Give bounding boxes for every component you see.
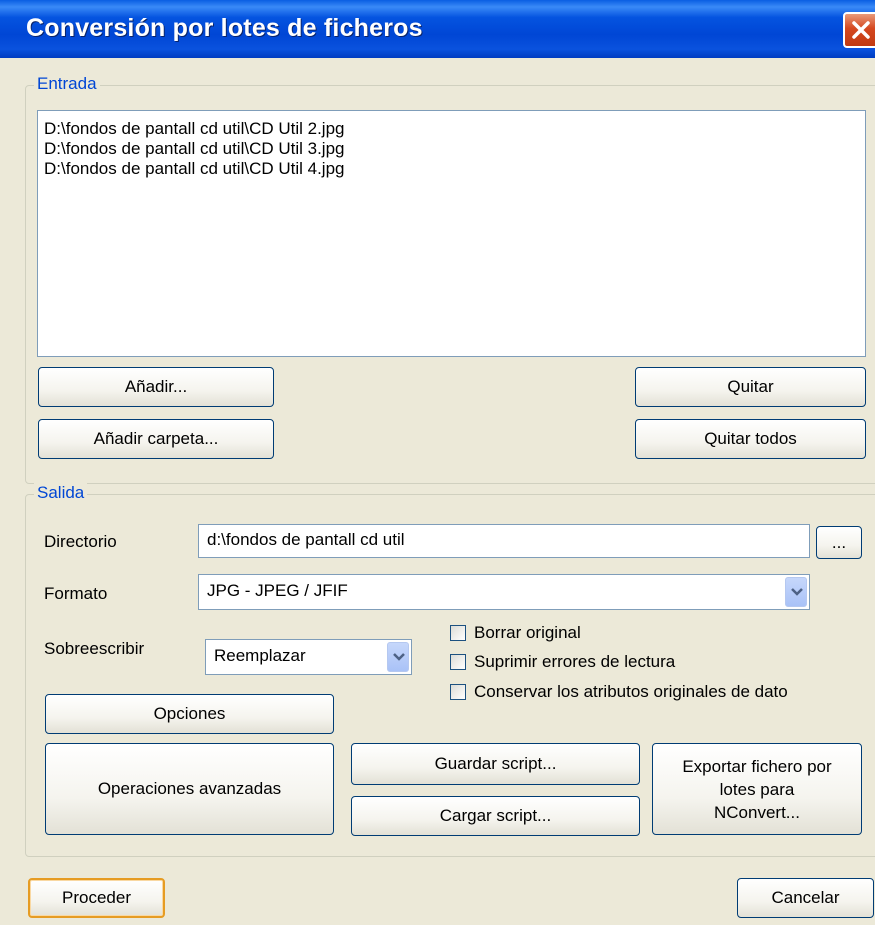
directory-label: Directorio xyxy=(44,532,117,551)
overwrite-label: Sobreescribir xyxy=(44,639,145,658)
format-select-value: JPG - JPEG / JFIF xyxy=(207,581,348,600)
close-icon xyxy=(852,21,870,39)
suppress-errors-checkbox[interactable] xyxy=(450,654,466,670)
export-nconvert-button[interactable]: Exportar fichero por lotes para NConvert… xyxy=(652,743,862,835)
dialog-body: Entrada D:\fondos de pantall cd util\CD … xyxy=(0,58,875,925)
format-select[interactable]: JPG - JPEG / JFIF xyxy=(198,574,810,610)
delete-original-label[interactable]: Borrar original xyxy=(474,623,581,643)
remove-all-button[interactable]: Quitar todos xyxy=(635,419,866,459)
title-bar: Conversión por lotes de ficheros xyxy=(0,0,875,58)
add-files-button[interactable]: Añadir... xyxy=(38,367,274,407)
overwrite-dropdown-button[interactable] xyxy=(387,642,409,672)
keep-attributes-label[interactable]: Conservar los atributos originales de da… xyxy=(474,682,788,702)
export-line-1: Exportar fichero por xyxy=(682,756,832,776)
format-dropdown-button[interactable] xyxy=(785,577,807,607)
proceed-button[interactable]: Proceder xyxy=(28,878,165,918)
directory-input[interactable]: d:\fondos de pantall cd util xyxy=(198,524,810,558)
cancel-button[interactable]: Cancelar xyxy=(737,878,874,918)
export-line-2: lotes para xyxy=(719,779,795,799)
chevron-down-icon xyxy=(393,653,405,661)
export-line-3: NConvert... xyxy=(714,802,800,822)
entrada-group-label: Entrada xyxy=(34,74,100,94)
load-script-button[interactable]: Cargar script... xyxy=(351,796,640,836)
format-label: Formato xyxy=(44,584,108,603)
input-file-list[interactable]: D:\fondos de pantall cd util\CD Util 2.j… xyxy=(37,110,866,357)
browse-button[interactable]: ... xyxy=(816,526,862,559)
save-script-button[interactable]: Guardar script... xyxy=(351,743,640,785)
window-title: Conversión por lotes de ficheros xyxy=(26,14,423,42)
delete-original-checkbox[interactable] xyxy=(450,625,466,641)
salida-group-label: Salida xyxy=(34,483,88,503)
close-button[interactable] xyxy=(843,12,875,48)
suppress-errors-label[interactable]: Suprimir errores de lectura xyxy=(474,652,675,672)
overwrite-select-value: Reemplazar xyxy=(214,646,306,665)
chevron-down-icon xyxy=(791,588,803,596)
list-item[interactable]: D:\fondos de pantall cd util\CD Util 3.j… xyxy=(44,139,345,159)
advanced-operations-button[interactable]: Operaciones avanzadas xyxy=(45,743,334,835)
overwrite-select[interactable]: Reemplazar xyxy=(205,639,412,675)
list-item[interactable]: D:\fondos de pantall cd util\CD Util 4.j… xyxy=(44,159,345,179)
keep-attributes-checkbox[interactable] xyxy=(450,684,466,700)
list-item[interactable]: D:\fondos de pantall cd util\CD Util 2.j… xyxy=(44,119,345,139)
remove-button[interactable]: Quitar xyxy=(635,367,866,407)
add-folder-button[interactable]: Añadir carpeta... xyxy=(38,419,274,459)
options-button[interactable]: Opciones xyxy=(45,694,334,734)
